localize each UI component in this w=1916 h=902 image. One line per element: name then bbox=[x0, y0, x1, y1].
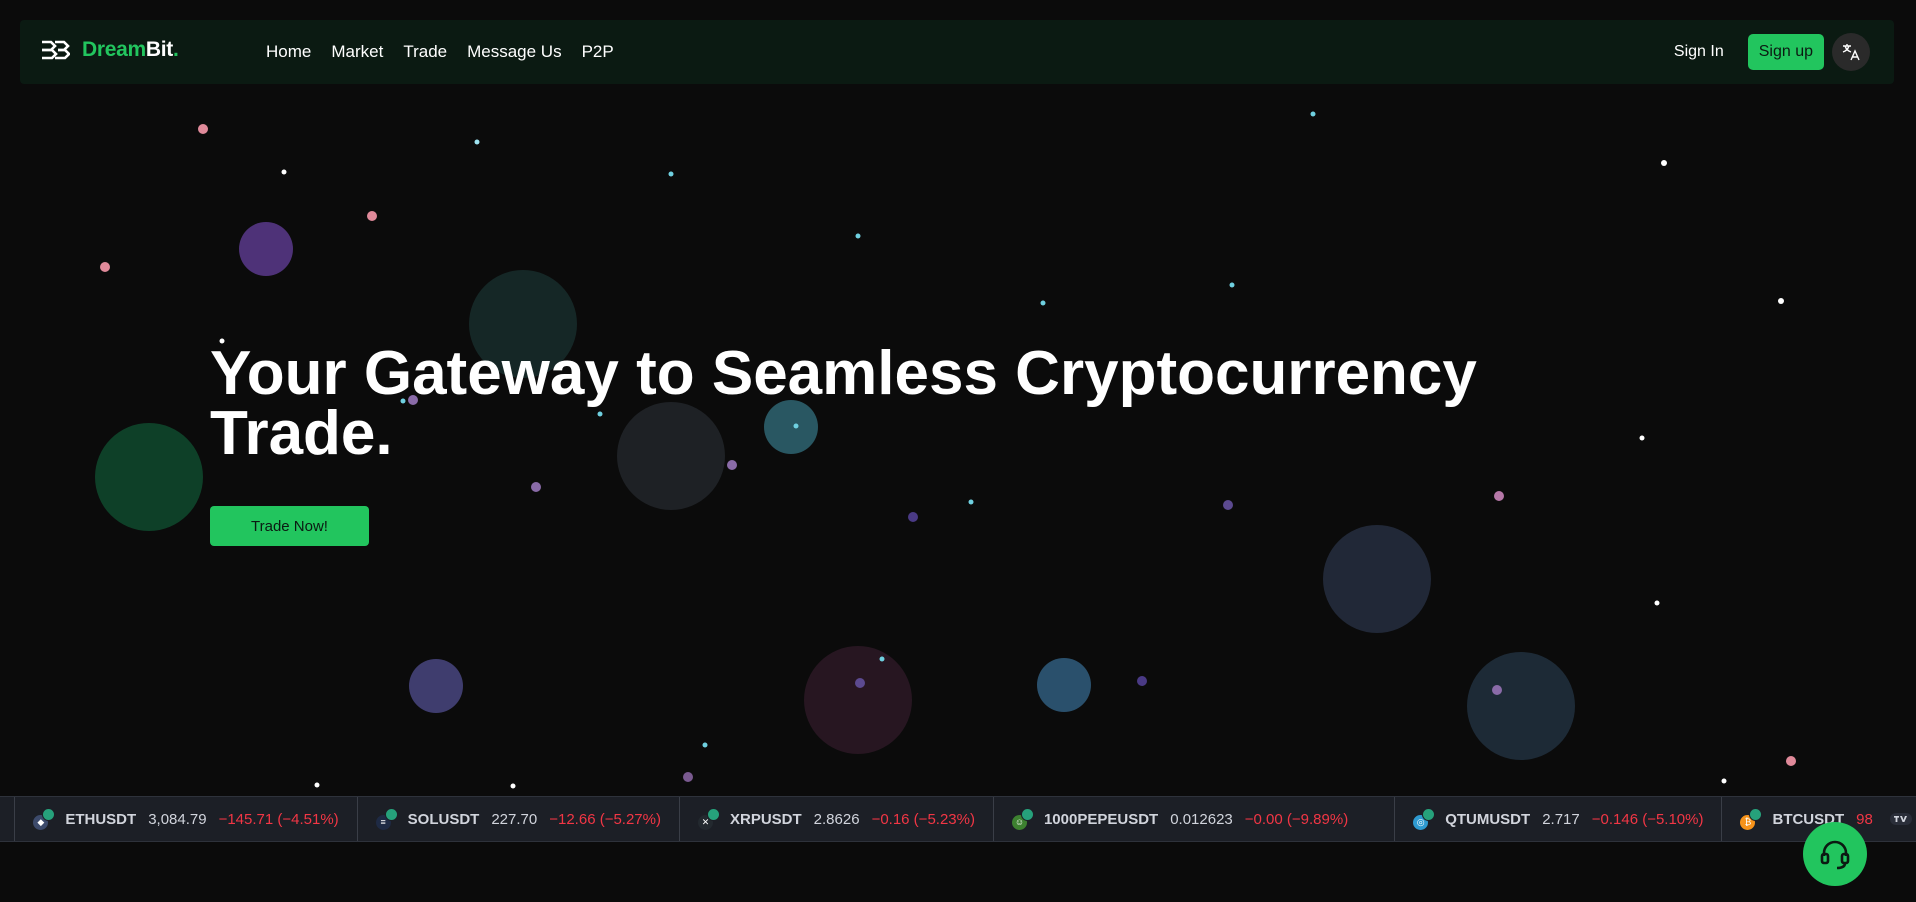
ticker-change: −0.00 (−9.89%) bbox=[1244, 810, 1349, 828]
ticker-item-qtumusdt[interactable]: ◎ QTUMUSDT 2.717 −0.146 (−5.10%) bbox=[1395, 797, 1723, 841]
ticker-item-btcusdt[interactable]: ₿ BTCUSDT 98 bbox=[1722, 797, 1890, 841]
nav-market[interactable]: Market bbox=[331, 42, 383, 62]
pepe-coin-icon: ☺ bbox=[1011, 808, 1034, 830]
nav-message-us[interactable]: Message Us bbox=[467, 42, 561, 62]
sign-in-link[interactable]: Sign In bbox=[1674, 43, 1724, 61]
nav-actions: Sign In Sign up bbox=[1674, 20, 1870, 84]
ticker-symbol: QTUMUSDT bbox=[1445, 810, 1531, 828]
ticker-track: %) ◆ ETHUSDT 3,084.79 −145.71 (−4.51%) ≡… bbox=[0, 797, 1891, 841]
ticker-price: 0.012623 bbox=[1170, 810, 1233, 828]
main-nav: Home Market Trade Message Us P2P bbox=[266, 20, 634, 84]
ticker-price: 98 bbox=[1856, 810, 1873, 828]
qtum-coin-icon: ◎ bbox=[1413, 808, 1436, 830]
brand-logo[interactable]: DreamBit. bbox=[40, 38, 179, 62]
dreambit-logo-icon bbox=[42, 40, 70, 60]
xrp-coin-icon: ✕ bbox=[697, 808, 720, 830]
ticker-item-1000pepeusdt[interactable]: ☺ 1000PEPEUSDT 0.012623 −0.00 (−9.89%) bbox=[994, 797, 1396, 841]
btc-coin-icon: ₿ bbox=[1740, 808, 1763, 830]
hero-title-line-1: Your Gateway to Seamless Cryptocurrency bbox=[210, 339, 1477, 408]
tradingview-icon[interactable] bbox=[1886, 797, 1916, 841]
ticker-price: 2.8626 bbox=[813, 810, 860, 828]
nav-trade[interactable]: Trade bbox=[403, 42, 447, 62]
trade-now-button[interactable]: Trade Now! bbox=[210, 506, 369, 546]
nav-p2p[interactable]: P2P bbox=[582, 42, 614, 62]
ticker-price: 3,084.79 bbox=[148, 810, 207, 828]
price-ticker: %) ◆ ETHUSDT 3,084.79 −145.71 (−4.51%) ≡… bbox=[0, 796, 1916, 842]
ticker-symbol: 1000PEPEUSDT bbox=[1043, 810, 1159, 828]
ticker-item-fragment[interactable]: %) bbox=[0, 797, 16, 841]
ticker-change: −12.66 (−5.27%) bbox=[549, 810, 661, 828]
ticker-price: 227.70 bbox=[491, 810, 538, 828]
headset-icon bbox=[1820, 840, 1850, 870]
nav-home[interactable]: Home bbox=[266, 42, 311, 62]
sol-coin-icon: ≡ bbox=[375, 808, 398, 830]
ticker-change: −0.16 (−5.23%) bbox=[871, 810, 975, 828]
ticker-price: 2.717 bbox=[1542, 810, 1580, 828]
brand-name: DreamBit. bbox=[82, 38, 179, 61]
ticker-item-xrpusdt[interactable]: ✕ XRPUSDT 2.8626 −0.16 (−5.23%) bbox=[680, 797, 994, 841]
ticker-symbol: ETHUSDT bbox=[65, 810, 137, 828]
support-chat-button[interactable] bbox=[1803, 822, 1867, 886]
hero-title: Your Gateway to Seamless Cryptocurrency … bbox=[210, 343, 1477, 465]
sign-up-button[interactable]: Sign up bbox=[1747, 34, 1824, 70]
language-button[interactable] bbox=[1832, 33, 1870, 71]
ticker-symbol: XRPUSDT bbox=[729, 810, 802, 828]
eth-coin-icon: ◆ bbox=[33, 808, 56, 830]
ticker-change: −145.71 (−4.51%) bbox=[218, 810, 339, 828]
translate-icon bbox=[1842, 44, 1860, 61]
ticker-item-ethusdt[interactable]: ◆ ETHUSDT 3,084.79 −145.71 (−4.51%) bbox=[15, 797, 358, 841]
ticker-item-solusdt[interactable]: ≡ SOLUSDT 227.70 −12.66 (−5.27%) bbox=[358, 797, 680, 841]
ticker-change: −0.146 (−5.10%) bbox=[1591, 810, 1704, 828]
ticker-symbol: SOLUSDT bbox=[407, 810, 480, 828]
hero-title-line-2: Trade. bbox=[210, 399, 393, 468]
navbar: DreamBit. Home Market Trade Message Us P… bbox=[20, 20, 1894, 84]
